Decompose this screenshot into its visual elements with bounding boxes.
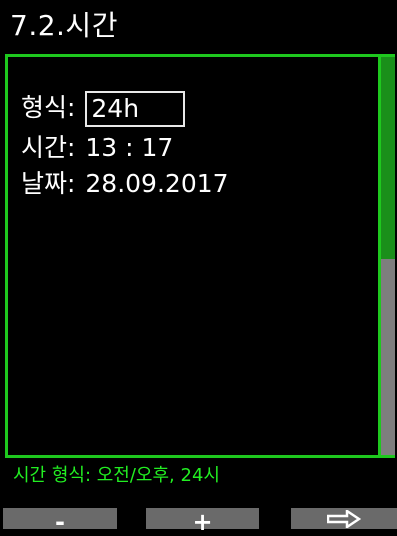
vertical-scrollbar[interactable]	[378, 57, 395, 455]
time-label: 시간:	[21, 133, 76, 162]
decrease-button[interactable]: -	[3, 508, 117, 535]
date-row[interactable]: 날짜: 28.09.2017	[21, 169, 229, 199]
format-label: 형식:	[21, 93, 76, 122]
scrollbar-thumb[interactable]	[381, 57, 395, 259]
time-value[interactable]: 13 : 17	[85, 133, 173, 162]
date-label: 날짜:	[21, 169, 76, 198]
increase-button[interactable]: +	[146, 508, 259, 535]
minus-label: -	[55, 508, 65, 536]
date-value[interactable]: 28.09.2017	[85, 169, 228, 198]
next-button[interactable]	[291, 508, 397, 529]
settings-panel: 형식: 24h 시간: 13 : 17 날짜: 28.09.2017	[5, 54, 395, 458]
plus-label: +	[192, 508, 213, 536]
format-row[interactable]: 형식: 24h	[21, 91, 186, 127]
format-value-field[interactable]: 24h	[85, 91, 186, 127]
time-row[interactable]: 시간: 13 : 17	[21, 133, 173, 163]
arrow-right-icon	[327, 510, 361, 528]
help-text: 시간 형식: 오전/오후, 24시	[13, 465, 220, 486]
screen-title: 7.2.시간	[10, 9, 118, 42]
